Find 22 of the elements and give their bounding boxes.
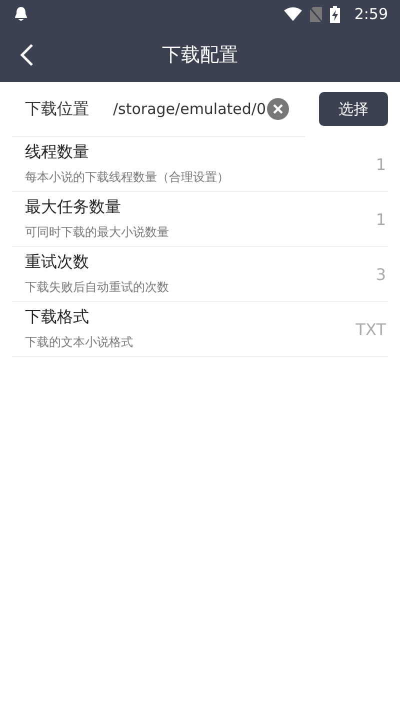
setting-title: 线程数量 xyxy=(25,142,90,163)
setting-description: 下载失败后自动重试的次数 xyxy=(25,279,170,296)
choose-button[interactable]: 选择 xyxy=(319,92,388,126)
path-value: /storage/emulated/0 xyxy=(113,100,266,118)
setting-value[interactable]: 1 xyxy=(376,154,386,174)
setting-value[interactable]: 3 xyxy=(376,264,386,284)
setting-title: 重试次数 xyxy=(25,252,90,273)
wifi-icon xyxy=(284,7,302,21)
setting-description: 下载的文本小说格式 xyxy=(25,334,134,351)
setting-title: 最大任务数量 xyxy=(25,197,122,218)
setting-description: 可同时下载的最大小说数量 xyxy=(25,224,170,241)
location-label: 下载位置 xyxy=(25,98,90,120)
setting-title: 下载格式 xyxy=(25,307,90,328)
status-time: 2:59 xyxy=(354,5,388,23)
setting-value[interactable]: TXT xyxy=(356,320,386,338)
setting-value[interactable]: 1 xyxy=(376,210,386,228)
setting-description: 每本小说的下载线程数量（合理设置） xyxy=(25,169,230,186)
battery-charging-icon xyxy=(330,6,340,22)
page-title: 下载配置 xyxy=(161,43,239,68)
no-sim-icon xyxy=(310,6,322,22)
clear-icon[interactable] xyxy=(267,98,290,120)
notification-icon xyxy=(14,6,28,22)
